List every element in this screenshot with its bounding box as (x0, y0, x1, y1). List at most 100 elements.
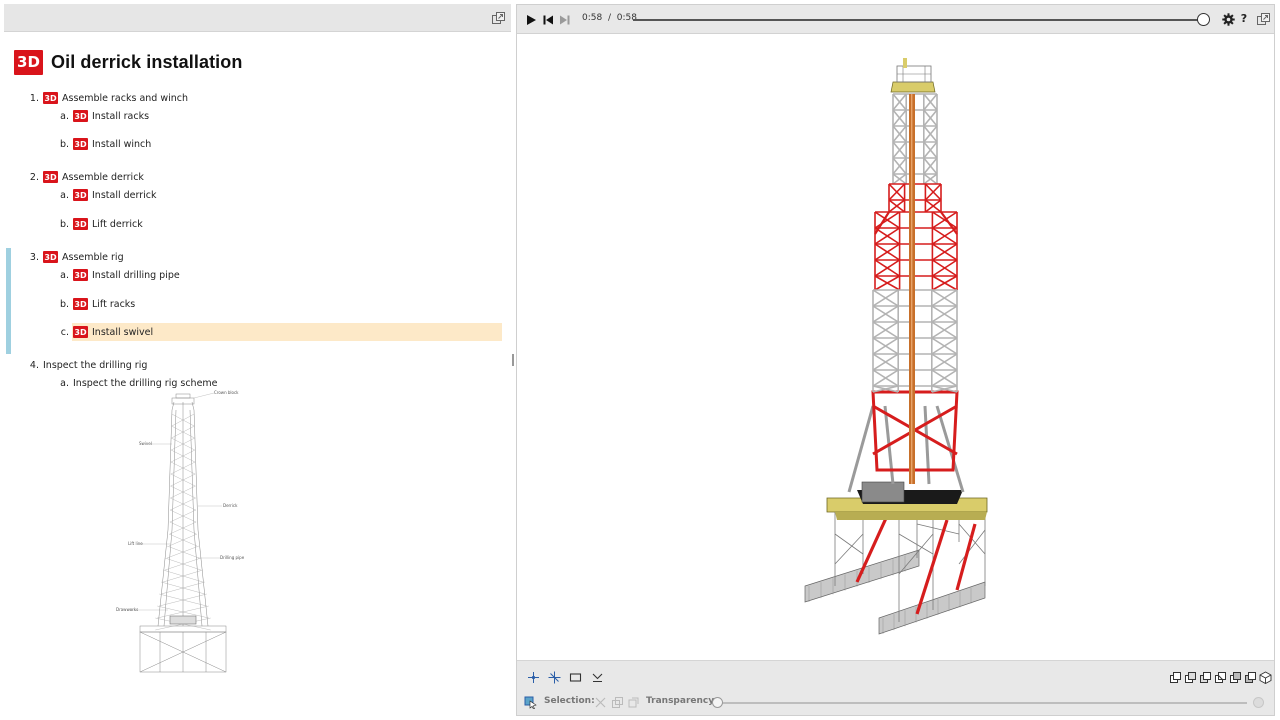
gear-icon[interactable] (1222, 13, 1235, 26)
step-label: Assemble derrick (62, 171, 144, 183)
select-invert-icon[interactable] (627, 696, 640, 709)
page-title: 3D Oil derrick installation (14, 48, 242, 76)
timeline-slider[interactable] (633, 13, 1210, 26)
3d-badge-icon[interactable]: 3D (73, 218, 88, 230)
time-readout: 0:58 / 0:58 (582, 13, 637, 23)
substep-item[interactable]: a. 3D Install derrick (58, 188, 157, 202)
timeline-progress (633, 19, 1204, 21)
oil-derrick-3d-model[interactable] (517, 34, 1274, 660)
substep-label: Lift racks (92, 298, 136, 310)
substep-letter: a. (60, 189, 69, 201)
rotate-icon[interactable] (527, 671, 540, 684)
transparency-label: Transparency: (646, 696, 718, 706)
fit-icon[interactable] (591, 671, 604, 684)
step-label: Inspect the drilling rig (43, 359, 148, 371)
substep-label: Install racks (92, 110, 150, 122)
scheme-callout: Derrick (223, 503, 238, 508)
3d-badge-icon[interactable]: 3D (73, 326, 88, 338)
zoom-box-icon[interactable] (569, 671, 582, 684)
select-none-icon[interactable] (594, 696, 607, 709)
skip-forward-icon[interactable] (559, 14, 571, 26)
document-toolbar (4, 4, 511, 32)
step-number: 2. (29, 171, 39, 183)
substep-label: Install drilling pipe (92, 269, 180, 281)
substep-item[interactable]: a. 3D Install drilling pipe (58, 268, 180, 282)
step-item[interactable]: 2. 3D Assemble derrick (28, 170, 144, 184)
isometric-view-icon[interactable] (1259, 671, 1272, 684)
scheme-callout: Drawworks (116, 607, 138, 612)
substep-item[interactable]: b. 3D Lift racks (58, 297, 135, 311)
fullscreen-icon[interactable] (1257, 13, 1270, 25)
help-icon[interactable]: ? (1239, 12, 1249, 26)
substep-label: Lift derrick (92, 218, 143, 230)
cube-view-icon[interactable] (1199, 671, 1212, 684)
timeline-thumb[interactable] (1197, 13, 1210, 26)
3d-badge-icon[interactable]: 3D (73, 298, 88, 310)
selection-icon[interactable] (524, 696, 537, 709)
splitter-grip-icon[interactable] (512, 354, 514, 366)
cube-view-icon[interactable] (1184, 671, 1197, 684)
3d-viewport[interactable] (517, 34, 1274, 660)
substep-letter: b. (59, 138, 69, 150)
3d-badge-icon[interactable]: 3D (73, 269, 88, 281)
step-item[interactable]: 4. Inspect the drilling rig (28, 358, 147, 372)
step-item[interactable]: 3. 3D Assemble rig (28, 250, 124, 264)
transparency-slider[interactable] (712, 697, 1247, 708)
substep-label: Inspect the drilling rig scheme (73, 377, 218, 389)
total-time: 0:58 (616, 13, 637, 23)
3d-badge-icon[interactable]: 3D (14, 49, 43, 75)
app-window: 3D Oil derrick installation 1. 3D Assemble… (0, 0, 1280, 720)
active-step-marker (6, 248, 11, 354)
substep-item[interactable]: b. 3D Lift derrick (58, 217, 143, 231)
3d-badge-icon[interactable]: 3D (43, 251, 58, 263)
skip-back-icon[interactable] (542, 14, 554, 26)
step-label: Assemble rig (62, 251, 124, 263)
cube-view-icon[interactable] (1169, 671, 1182, 684)
expand-icon[interactable] (492, 12, 505, 24)
cube-view-icon[interactable] (1244, 671, 1257, 684)
transparency-thumb[interactable] (712, 697, 723, 708)
substep-label: Install swivel (92, 326, 154, 338)
substep-item[interactable]: c. 3D Install swivel (58, 325, 153, 339)
3d-badge-icon[interactable]: 3D (43, 92, 58, 104)
cube-view-icon[interactable] (1229, 671, 1242, 684)
substep-letter: c. (60, 326, 69, 338)
step-number: 4. (29, 359, 39, 371)
scheme-callout: Swivel (139, 441, 152, 446)
document-pane: 3D Oil derrick installation 1. 3D Assemble… (4, 4, 511, 716)
pan-icon[interactable] (548, 671, 561, 684)
animation-player-bar: 0:58 / 0:58 ? (517, 5, 1274, 34)
3d-badge-icon[interactable]: 3D (73, 138, 88, 150)
substep-letter: a. (60, 269, 69, 281)
substep-item[interactable]: a. 3D Install racks (58, 109, 149, 123)
drilling-rig-scheme-image: Crown block Swivel Derrick Drilling pipe… (116, 390, 245, 673)
scheme-callout: Lift line (128, 541, 143, 546)
step-item[interactable]: 1. 3D Assemble racks and winch (28, 91, 188, 105)
crown-block (890, 58, 936, 93)
selection-label: Selection: (544, 696, 595, 706)
substep-letter: a. (60, 377, 69, 389)
substep-item[interactable]: b. 3D Install winch (58, 137, 151, 151)
select-similar-icon[interactable] (611, 696, 624, 709)
substep-letter: a. (60, 110, 69, 122)
document-title: Oil derrick installation (51, 51, 243, 72)
viewer-toolbar: Selection: Transparency: (517, 660, 1274, 715)
substep-letter: b. (59, 298, 69, 310)
step-number: 3. (29, 251, 39, 263)
step-label: Assemble racks and winch (62, 92, 189, 104)
step-number: 1. (29, 92, 39, 104)
3d-badge-icon[interactable]: 3D (73, 110, 88, 122)
viewer-pane: 0:58 / 0:58 ? Selection: Transparency: (516, 4, 1275, 716)
3d-badge-icon[interactable]: 3D (43, 171, 58, 183)
time-separator: / (607, 13, 611, 23)
transparency-reset-icon[interactable] (1253, 697, 1264, 708)
3d-badge-icon[interactable]: 3D (73, 189, 88, 201)
base-skids (804, 549, 986, 635)
cube-view-icon[interactable] (1214, 671, 1227, 684)
substep-letter: b. (59, 218, 69, 230)
scheme-callout: Crown block (214, 390, 239, 395)
current-time: 0:58 (582, 13, 603, 23)
substep-item[interactable]: a. Inspect the drilling rig scheme (58, 376, 218, 390)
play-icon[interactable] (525, 14, 537, 26)
substep-label: Install winch (92, 138, 152, 150)
